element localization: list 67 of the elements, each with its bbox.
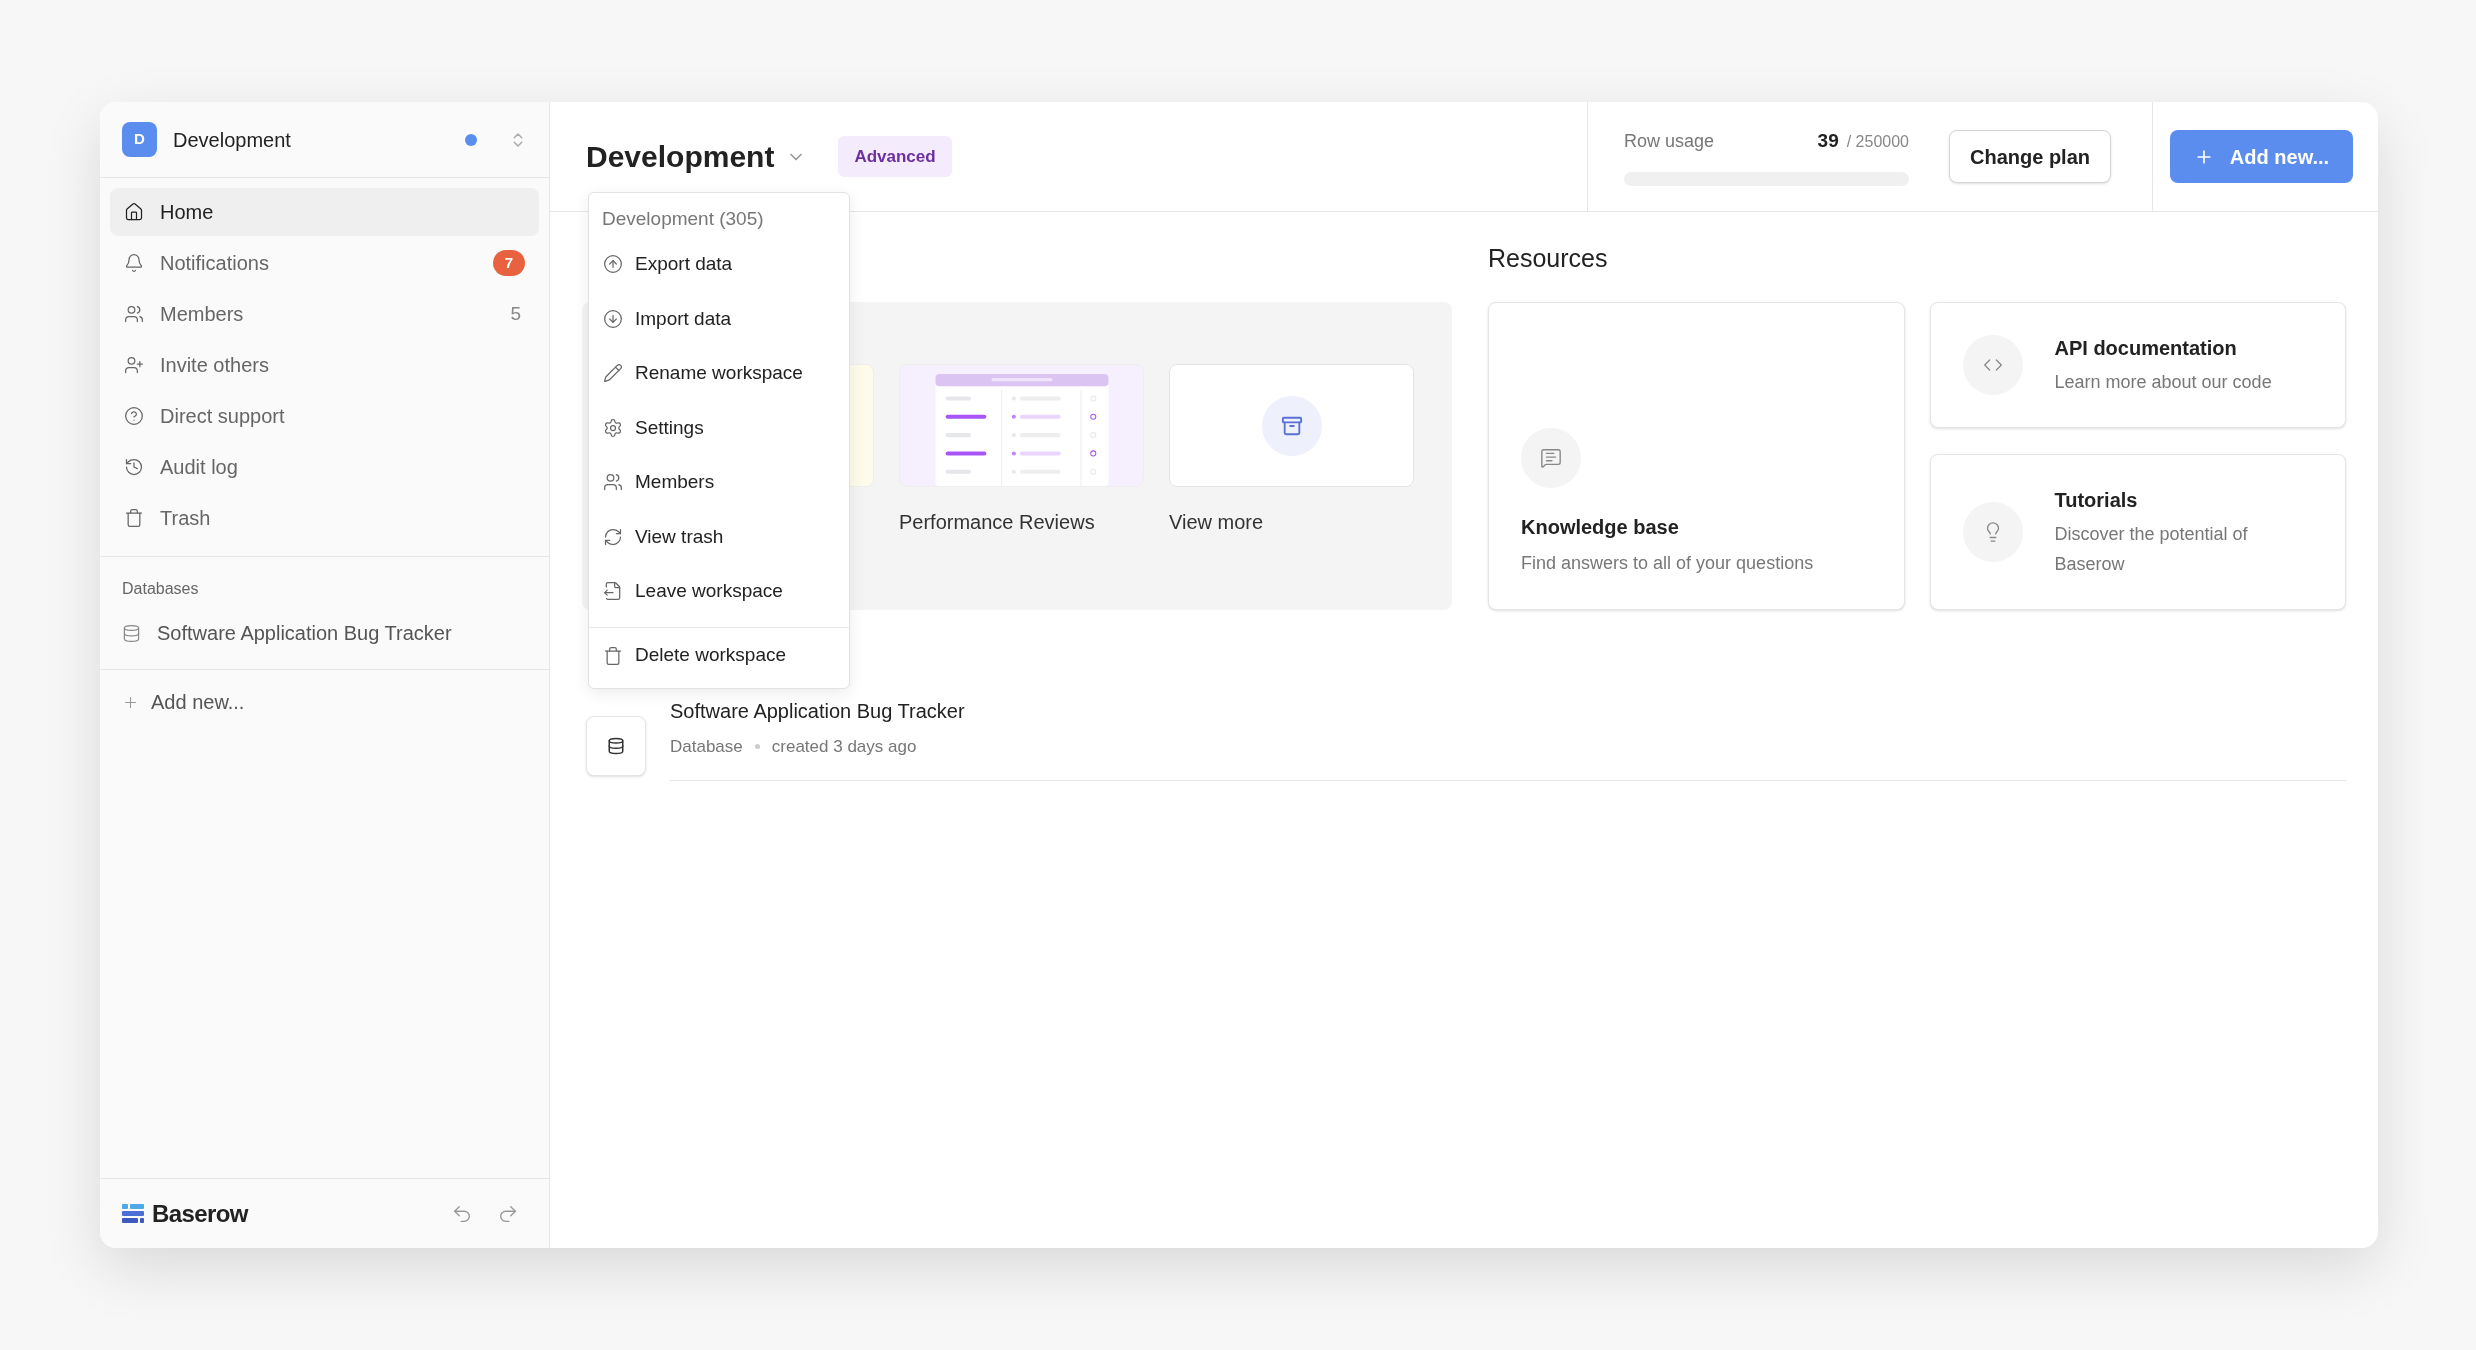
- menu-item[interactable]: Settings: [599, 400, 839, 455]
- row-usage-label: Row usage: [1624, 130, 1715, 154]
- section-heading: Resources: [1488, 243, 1608, 274]
- logo-icon: [122, 1203, 144, 1224]
- sidebar-item[interactable]: Notifications 7: [110, 239, 539, 287]
- database-icon: [122, 623, 141, 643]
- change-plan-button[interactable]: Change plan: [1949, 130, 2111, 183]
- users-icon: [124, 304, 144, 324]
- database-icon: [607, 737, 625, 755]
- notification-badge: 7: [493, 250, 525, 276]
- menu-item[interactable]: Members: [599, 455, 839, 510]
- exit-icon: [603, 581, 623, 602]
- section-heading: Databases: [122, 579, 200, 599]
- sidebar-item[interactable]: Audit log: [110, 443, 539, 491]
- resource-description: Discover the potential of Baserow: [2054, 523, 2249, 576]
- pencil-icon: [603, 363, 623, 384]
- refresh-icon: [603, 526, 623, 547]
- database-name[interactable]: Software Application Bug Tracker: [670, 696, 2346, 726]
- sidebar-item[interactable]: Invite others: [110, 341, 539, 389]
- resource-card[interactable]: Tutorials Discover the potential of Baserow: [1929, 454, 2346, 610]
- download-icon: [603, 308, 623, 329]
- workspace-title[interactable]: Development: [586, 134, 807, 179]
- workspace-avatar: D: [122, 122, 157, 157]
- menu-item[interactable]: View trash: [599, 509, 839, 564]
- archive-icon: [1280, 414, 1303, 437]
- menu-item[interactable]: Import data: [599, 291, 839, 346]
- member-count: 5: [510, 301, 522, 326]
- workspace-name[interactable]: Development: [173, 124, 449, 155]
- sidebar-item[interactable]: Direct support: [110, 392, 539, 440]
- add-new-link[interactable]: Add new...: [100, 670, 549, 734]
- database-type: Database: [670, 736, 743, 758]
- created-time: created 3 days ago: [771, 736, 917, 758]
- resource-title: API documentation: [2054, 336, 2238, 361]
- brand-name: Baserow: [152, 1198, 250, 1229]
- message-icon: [1540, 447, 1562, 469]
- resource-card[interactable]: Knowledge base Find answers to all of your questions: [1488, 302, 1905, 610]
- template-name[interactable]: View more: [1169, 507, 1414, 537]
- resource-description: Learn more about our code: [2054, 371, 2273, 394]
- view-more-card[interactable]: [1169, 364, 1414, 487]
- resource-title: Tutorials: [2054, 488, 2139, 513]
- row-usage-count: 39: [1817, 129, 1839, 154]
- plan-badge: Advanced: [838, 135, 952, 178]
- bell-icon: [124, 253, 144, 273]
- history-icon: [124, 457, 144, 477]
- settings-icon: [603, 417, 623, 438]
- sidebar-item[interactable]: Members 5: [110, 290, 539, 338]
- users-icon: [603, 472, 623, 493]
- template-name[interactable]: Performance Reviews: [899, 507, 1144, 537]
- row-usage-limit: / 250000: [1846, 132, 1909, 153]
- resource-title: Knowledge base: [1521, 515, 1680, 540]
- resource-card[interactable]: API documentation Learn more about our code: [1929, 302, 2346, 428]
- menu-item[interactable]: Export data: [599, 237, 839, 292]
- database-item[interactable]: Software Application Bug Tracker: [122, 613, 527, 653]
- help-icon: [124, 406, 144, 426]
- upload-icon: [603, 254, 623, 275]
- sidebar-item[interactable]: Trash: [110, 494, 539, 542]
- menu-item[interactable]: Delete workspace: [599, 631, 839, 680]
- menu-heading: Development (305): [601, 206, 765, 231]
- home-icon: [124, 202, 144, 222]
- trash-icon: [124, 508, 144, 528]
- template-thumbnail[interactable]: [899, 364, 1144, 487]
- trash-icon: [603, 645, 623, 666]
- sidebar-item[interactable]: Home: [110, 188, 539, 236]
- resource-description: Find answers to all of your questions: [1521, 552, 1815, 575]
- menu-item[interactable]: Rename workspace: [599, 346, 839, 401]
- menu-item[interactable]: Leave workspace: [599, 564, 839, 619]
- add-user-icon: [124, 355, 144, 375]
